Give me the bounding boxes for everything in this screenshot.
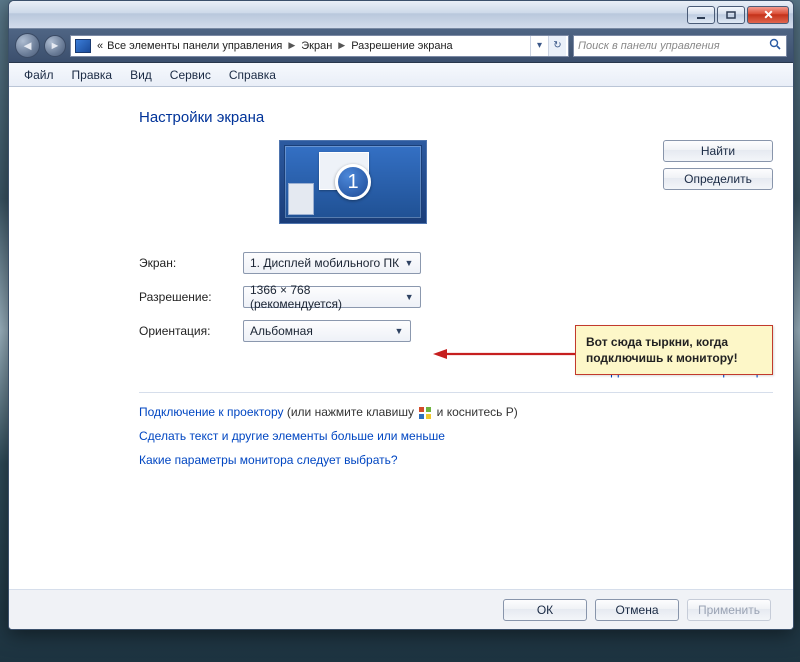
display-select[interactable]: 1. Дисплей мобильного ПК ▼ (243, 252, 421, 274)
dialog-footer: ОК Отмена Применить (9, 589, 793, 629)
cancel-button[interactable]: Отмена (595, 599, 679, 621)
menu-service[interactable]: Сервис (161, 63, 220, 86)
back-button[interactable]: ◄ (15, 33, 40, 58)
navbar: ◄ ► « Все элементы панели управления ▶ Э… (9, 29, 793, 63)
search-icon[interactable] (769, 38, 782, 54)
callout-line1: Вот сюда тыркни, когда (586, 335, 728, 349)
apply-button: Применить (687, 599, 771, 621)
menu-help[interactable]: Справка (220, 63, 285, 86)
find-button[interactable]: Найти (663, 140, 773, 162)
chevron-down-icon: ▼ (402, 292, 416, 302)
orientation-select[interactable]: Альбомная ▼ (243, 320, 411, 342)
breadcrumb-item[interactable]: Разрешение экрана (349, 40, 454, 52)
callout-line2: подключишь к монитору! (586, 351, 738, 365)
chevron-right-icon: ▶ (334, 40, 349, 51)
projector-hint-2: и коснитесь Р) (433, 405, 517, 419)
resolution-select-value: 1366 × 768 (рекомендуется) (250, 283, 402, 311)
breadcrumb-item[interactable]: Все элементы панели управления (105, 40, 284, 52)
monitor-preview[interactable]: 1 (279, 140, 427, 224)
control-panel-window: ◄ ► « Все элементы панели управления ▶ Э… (8, 0, 794, 630)
resolution-label: Разрешение: (139, 290, 229, 304)
menubar: Файл Правка Вид Сервис Справка (9, 63, 793, 87)
which-monitor-link[interactable]: Какие параметры монитора следует выбрать… (139, 453, 398, 467)
close-button[interactable] (747, 6, 789, 24)
ok-button[interactable]: ОК (503, 599, 587, 621)
address-dropdown-button[interactable]: ▾ (530, 36, 548, 56)
annotation-arrow (433, 348, 583, 360)
breadcrumb-item[interactable]: Экран (299, 40, 334, 52)
chevron-right-icon: ▶ (284, 40, 299, 51)
windows-key-icon (419, 407, 431, 419)
chevron-down-icon: ▼ (402, 258, 416, 268)
detect-button[interactable]: Определить (663, 168, 773, 190)
desktop-thumb-icon (288, 183, 314, 215)
page-title: Настройки экрана (139, 109, 773, 126)
content-area: Настройки экрана 1 Найти Определить Экра… (9, 87, 793, 589)
display-select-value: 1. Дисплей мобильного ПК (250, 256, 399, 270)
maximize-button[interactable] (717, 6, 745, 24)
resolution-select[interactable]: 1366 × 768 (рекомендуется) ▼ (243, 286, 421, 308)
projector-hint-1: (или нажмите клавишу (284, 405, 418, 419)
display-preview-row: 1 Найти Определить (139, 140, 773, 224)
menu-view[interactable]: Вид (121, 63, 161, 86)
breadcrumb-root[interactable]: « (95, 40, 105, 52)
minimize-button[interactable] (687, 6, 715, 24)
chevron-down-icon: ▼ (392, 326, 406, 336)
refresh-button[interactable]: ↻ (548, 36, 566, 56)
titlebar (9, 1, 793, 29)
help-links: Подключение к проектору (или нажмите кла… (139, 405, 773, 467)
address-bar[interactable]: « Все элементы панели управления ▶ Экран… (70, 35, 569, 57)
menu-edit[interactable]: Правка (63, 63, 122, 86)
orientation-label: Ориентация: (139, 324, 229, 338)
search-placeholder: Поиск в панели управления (578, 40, 720, 52)
projector-link[interactable]: Подключение к проектору (139, 405, 284, 419)
monitor-number-badge: 1 (335, 164, 371, 200)
divider (139, 392, 773, 393)
orientation-select-value: Альбомная (250, 324, 313, 338)
search-input[interactable]: Поиск в панели управления (573, 35, 787, 57)
forward-button[interactable]: ► (44, 35, 66, 57)
text-size-link[interactable]: Сделать текст и другие элементы больше и… (139, 429, 445, 443)
annotation-callout: Вот сюда тыркни, когда подключишь к мони… (575, 325, 773, 375)
control-panel-icon (75, 39, 91, 53)
menu-file[interactable]: Файл (15, 63, 63, 86)
display-label: Экран: (139, 256, 229, 270)
